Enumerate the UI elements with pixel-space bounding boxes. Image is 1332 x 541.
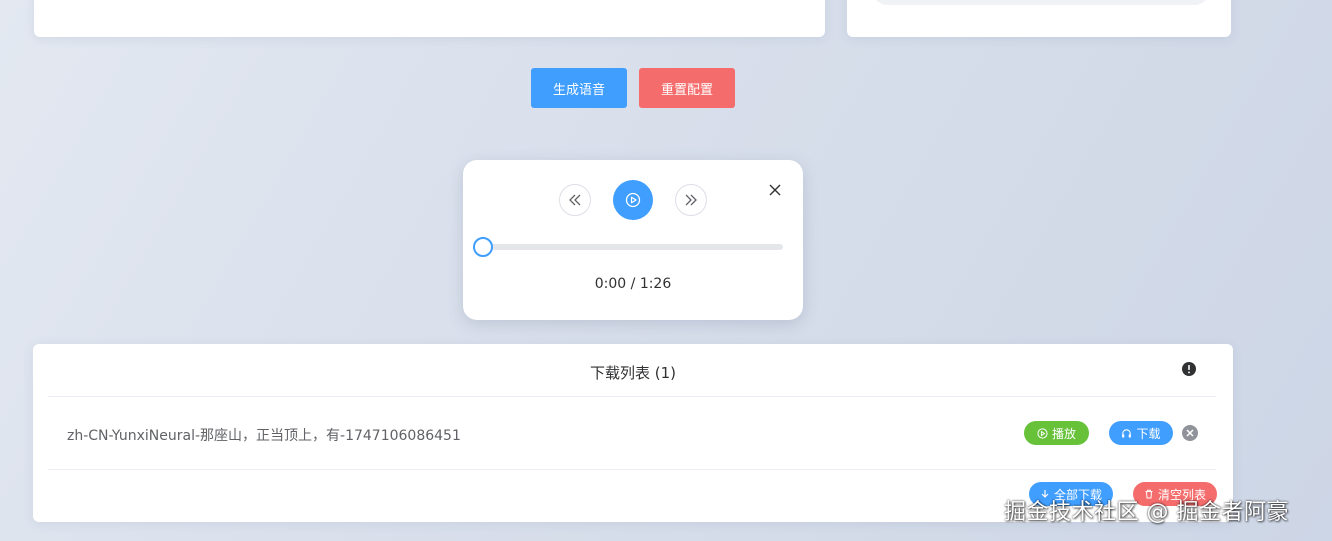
remove-circle-icon: [1186, 429, 1194, 437]
progress-slider[interactable]: [473, 237, 783, 257]
config-card: [34, 0, 825, 37]
item-remove-button[interactable]: [1182, 425, 1198, 441]
close-player-button[interactable]: [765, 180, 785, 200]
settings-card: [847, 0, 1231, 37]
settings-field[interactable]: [873, 0, 1209, 5]
watermark: 掘金技术社区 @ 掘金者阿豪: [1004, 500, 1289, 525]
info-icon[interactable]: [1182, 362, 1196, 376]
item-download-label: 下载: [1136, 426, 1161, 441]
current-time: 0:00: [594, 276, 627, 292]
header-divider: [48, 396, 1216, 397]
list-item-name: zh-CN-YunxiNeural-那座山，正当顶上，有-17471060864…: [67, 428, 461, 444]
item-download-button[interactable]: 下载: [1109, 421, 1173, 445]
double-chevron-left-icon: [569, 194, 581, 206]
time-display: 0:00 / 1:26: [463, 276, 803, 292]
duration: 1:26: [639, 276, 672, 292]
double-chevron-right-icon: [685, 194, 697, 206]
headset-icon: [1122, 428, 1132, 438]
progress-thumb[interactable]: [473, 237, 493, 257]
audio-player: 0:00 / 1:26: [463, 160, 803, 320]
generate-voice-button[interactable]: 生成语音: [531, 68, 627, 108]
list-divider: [48, 469, 1216, 470]
time-separator: /: [626, 276, 640, 292]
rewind-button[interactable]: [559, 184, 591, 216]
play-button[interactable]: [613, 180, 653, 220]
reset-config-button[interactable]: 重置配置: [639, 68, 735, 108]
item-play-label: 播放: [1051, 426, 1076, 441]
download-list-title: 下载列表 (1): [589, 364, 677, 382]
close-icon: [769, 184, 781, 196]
play-circle-icon: [1037, 427, 1048, 439]
play-circle-icon: [625, 192, 641, 208]
forward-button[interactable]: [675, 184, 707, 216]
item-play-button[interactable]: 播放: [1024, 421, 1089, 445]
